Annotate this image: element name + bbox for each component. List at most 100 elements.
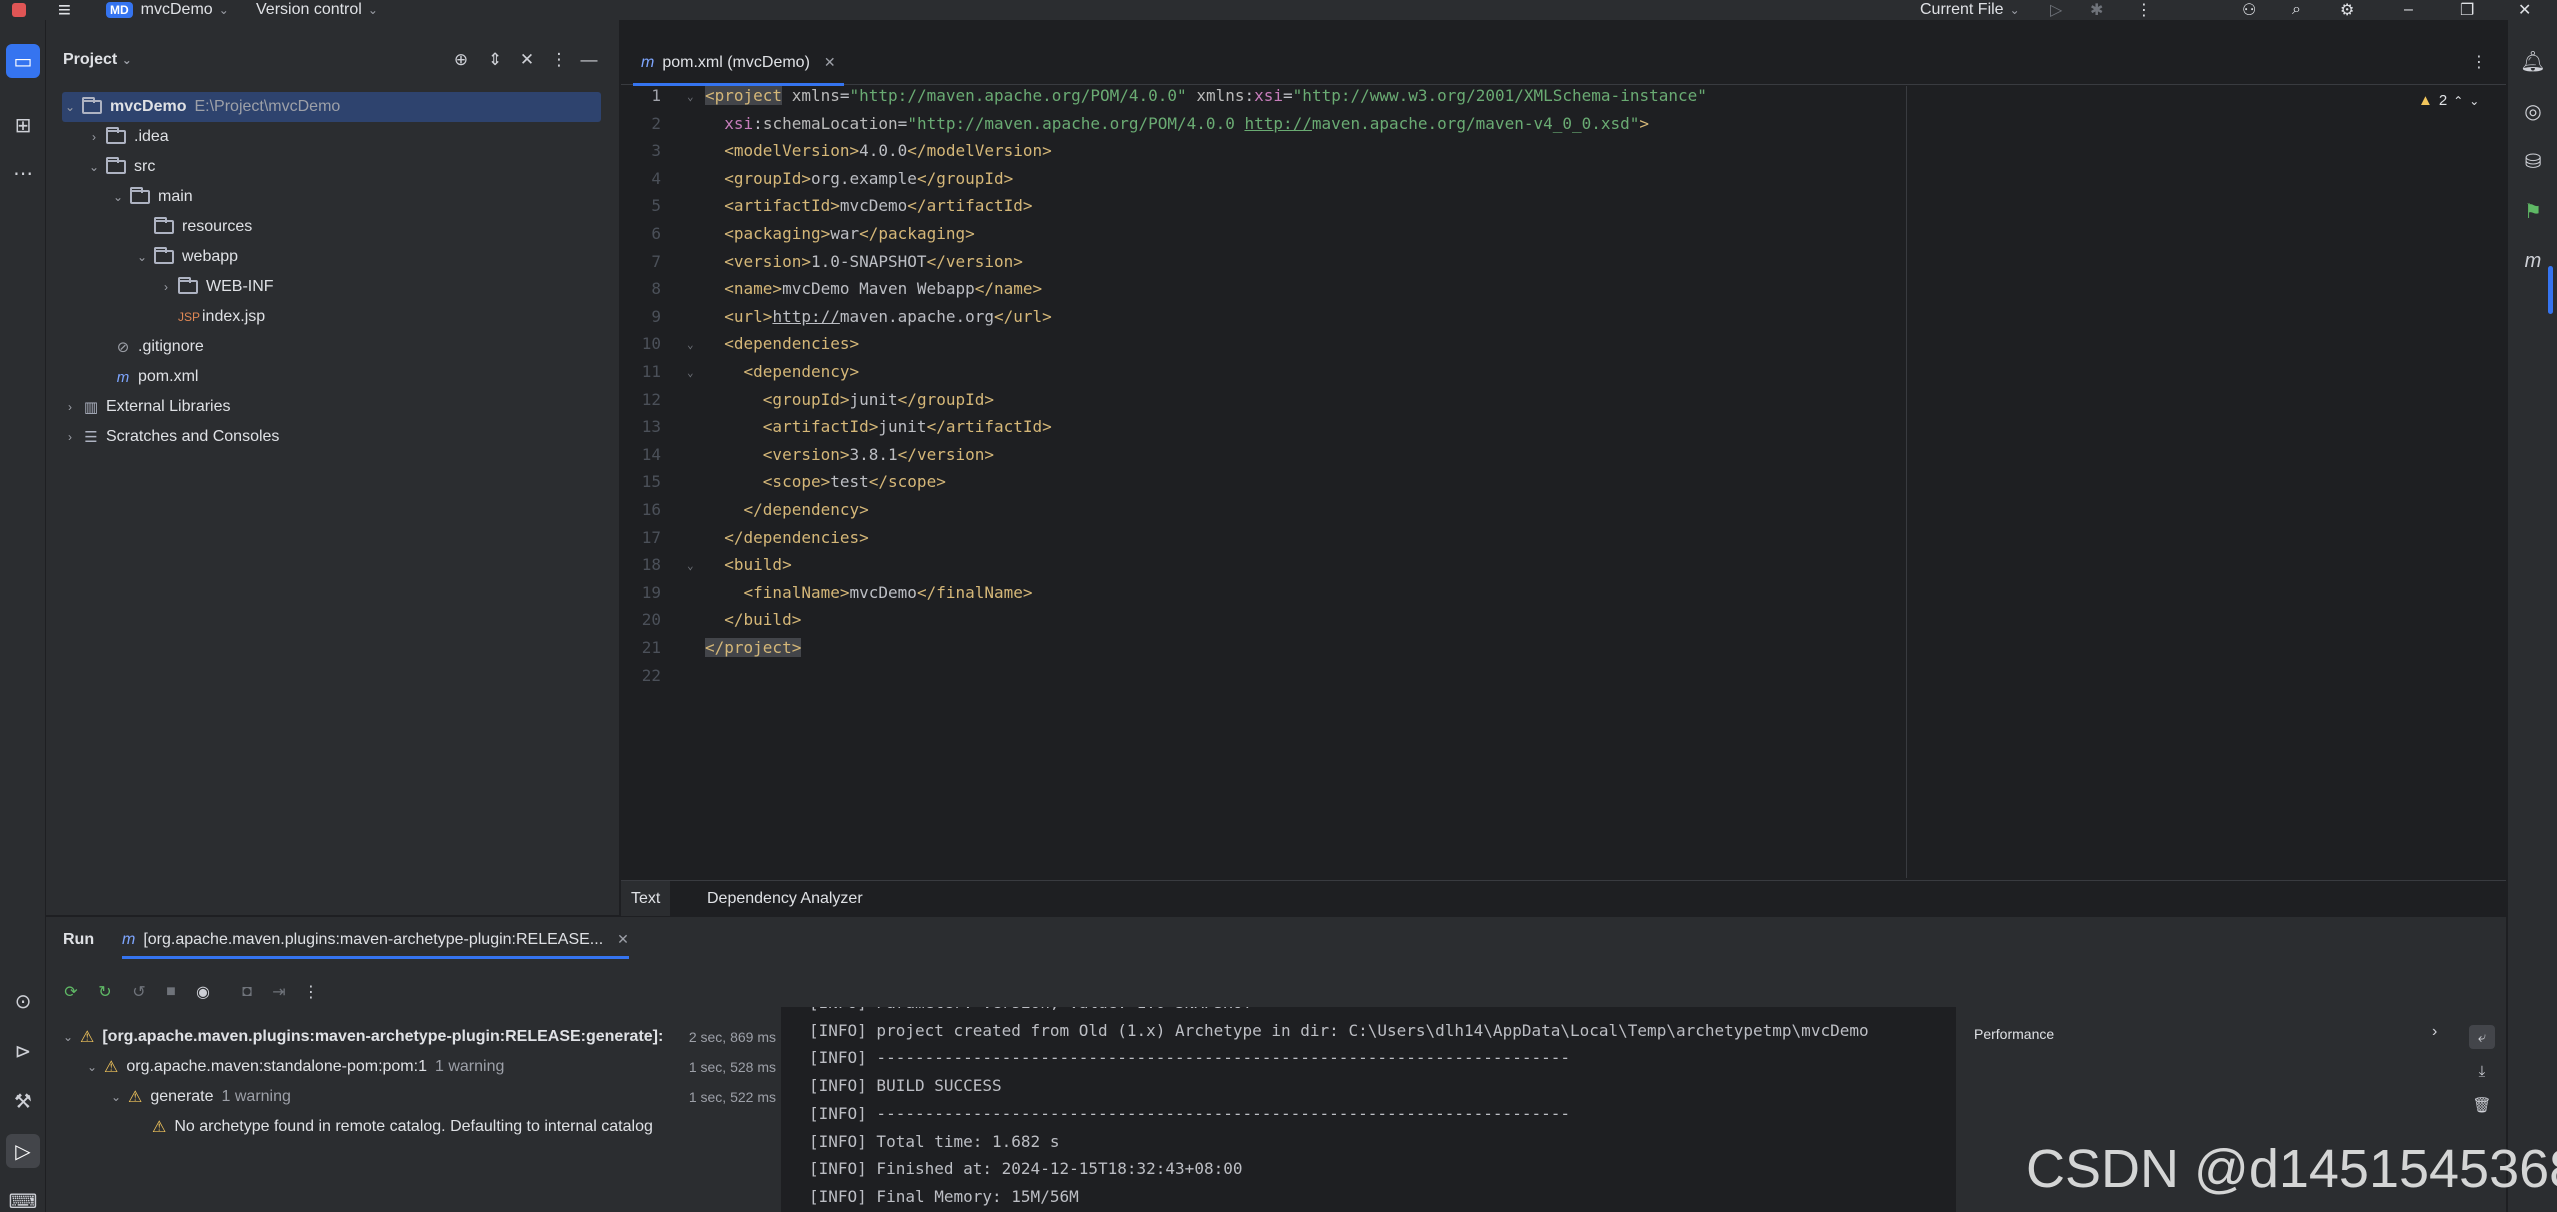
close-tab-icon[interactable]: ✕ — [824, 54, 836, 71]
code-editor[interactable]: 1 2 3 4 5 6 7 8 9 10 11 12 13 14 15 16 17 18 19 20 21 22 ⌄ ⌄ ⌄ ⌄ … — [621, 86, 2506, 878]
services-icon[interactable]: ⊙ — [6, 984, 40, 1018]
tree-item-src[interactable]: ⌄ src — [62, 152, 618, 182]
build-hammer-icon[interactable]: ⚒ — [6, 1084, 40, 1118]
run-tree-time: 1 sec, 528 ms — [688, 1059, 776, 1075]
export-icon[interactable]: ⇥ — [266, 979, 292, 1005]
tree-item-pom-xml[interactable]: m pom.xml — [62, 362, 618, 392]
tree-item-scratches[interactable]: › ☰ Scratches and Consoles — [62, 422, 618, 452]
run-results-tree: ⌄ ⚠ [org.apache.maven.plugins:maven-arch… — [46, 1022, 776, 1212]
tab-pom-xml[interactable]: m pom.xml (mvcDemo) ✕ — [633, 40, 844, 86]
run-tree-row[interactable]: ⚠ No archetype found in remote catalog. … — [60, 1112, 776, 1142]
tab-options-icon[interactable]: ⋮ — [2471, 52, 2487, 72]
tab-maven-archetype-run[interactable]: m [org.apache.maven.plugins:maven-archet… — [122, 917, 629, 962]
tab-text[interactable]: Text — [621, 881, 671, 917]
chevron-right-icon: › — [164, 280, 168, 294]
chevron-down-icon: ⌄ — [218, 3, 229, 17]
code-line: <packaging>war</packaging> — [724, 224, 975, 243]
line-number: 3 — [651, 141, 661, 161]
fold-chevron-icon[interactable]: ⌄ — [687, 559, 694, 572]
code-with-me-icon[interactable]: ⚇ — [2242, 0, 2256, 20]
restore-icon[interactable]: ❐ — [2460, 0, 2474, 20]
rerun-icon[interactable]: ⟳ — [58, 979, 84, 1005]
tree-item-gitignore[interactable]: ⊘ .gitignore — [62, 332, 618, 362]
more-icon[interactable]: ⋮ — [2136, 0, 2152, 20]
project-panel-title[interactable]: Project ⌄ — [63, 51, 132, 69]
main-menu-icon[interactable]: ≡ — [58, 0, 71, 22]
database-icon[interactable]: ⛁ — [2516, 144, 2550, 178]
run-tool-icon[interactable]: ▷ — [6, 1134, 40, 1168]
vcs-label: Version control — [256, 1, 362, 18]
project-switcher[interactable]: MD mvcDemo ⌄ — [106, 0, 229, 20]
code-line: <version>1.0-SNAPSHOT</version> — [724, 251, 1023, 271]
fold-chevron-icon[interactable]: ⌄ — [687, 90, 694, 103]
line-number: 18 — [641, 555, 661, 575]
view-icon[interactable]: ◉ — [190, 979, 216, 1005]
minimize-icon[interactable]: – — [2404, 0, 2413, 20]
project-tool-icon[interactable]: ▭ — [6, 44, 40, 78]
line-number: 16 — [641, 500, 661, 519]
search-icon[interactable]: ⌕ — [2292, 0, 2301, 20]
line-number: 21 — [641, 638, 661, 657]
line-number: 17 — [641, 527, 661, 547]
folder-icon — [106, 127, 126, 144]
tree-item-label: index.jsp — [202, 308, 266, 325]
options-icon[interactable]: ⋮ — [546, 48, 572, 72]
tree-item-main[interactable]: ⌄ main — [62, 182, 618, 212]
camera-icon[interactable]: ◘ — [234, 979, 260, 1005]
tree-item-external-libraries[interactable]: › ▥ External Libraries — [62, 392, 618, 422]
clear-all-icon[interactable]: 🗑︎ — [2469, 1093, 2495, 1117]
maven-file-icon: m — [641, 53, 655, 71]
warning-icon: ⚠ — [104, 1059, 119, 1076]
chevron-down-icon: ⌄ — [112, 190, 124, 204]
scrollbar-thumb[interactable] — [2548, 266, 2553, 314]
more-icon[interactable]: ⋮ — [298, 979, 324, 1005]
expand-all-icon[interactable]: ⇕ — [482, 48, 508, 72]
line-number: 8 — [651, 279, 661, 299]
run-tree-row[interactable]: ⌄ ⚠ generate 1 warning 1 sec, 522 ms — [60, 1082, 776, 1112]
hide-panel-icon[interactable]: — — [576, 48, 602, 72]
run-tree-row[interactable]: ⌄ ⚠ [org.apache.maven.plugins:maven-arch… — [60, 1022, 776, 1052]
scroll-to-end-icon[interactable]: ⤓ — [2469, 1059, 2495, 1083]
settings-gear-icon[interactable]: ⚙ — [2340, 0, 2354, 20]
debug-tool-icon[interactable]: ⊳ — [6, 1034, 40, 1068]
debug-icon[interactable]: ✱ — [2090, 0, 2103, 20]
structure-tool-icon[interactable]: ⊞ — [6, 108, 40, 142]
maven-tool-icon[interactable]: m — [2516, 244, 2550, 278]
chevron-down-icon: ⌄ — [367, 3, 378, 17]
run-icon[interactable]: ▷ — [2050, 0, 2062, 20]
tree-item-index-jsp[interactable]: JSP index.jsp — [62, 302, 618, 332]
close-window-icon[interactable]: ✕ — [2518, 0, 2531, 20]
rerun-failed-icon[interactable]: ↻ — [92, 979, 118, 1005]
notifications-bell-icon[interactable]: 🔔︎ — [2516, 44, 2550, 78]
fold-chevron-icon[interactable]: ⌄ — [687, 366, 694, 379]
collapse-all-icon[interactable]: ✕ — [514, 48, 540, 72]
tree-item-idea[interactable]: › .idea — [62, 122, 618, 152]
tab-dependency-analyzer[interactable]: Dependency Analyzer — [697, 881, 873, 917]
inspection-widget[interactable]: ▲ 2 ⌃ ⌄ — [2418, 92, 2479, 109]
run-config-selector[interactable]: Current File ⌄ — [1920, 0, 2020, 20]
endpoints-icon[interactable]: ⚑ — [2516, 194, 2550, 228]
app-logo-icon[interactable] — [12, 0, 26, 20]
stop-icon[interactable]: ■ — [158, 979, 184, 1005]
run-tree-row[interactable]: ⌄ ⚠ org.apache.maven:standalone-pom:pom:… — [60, 1052, 776, 1082]
editor-tab-bar: m pom.xml (mvcDemo) ✕ ⋮ — [621, 40, 2506, 86]
tree-item-web-inf[interactable]: › WEB-INF — [62, 272, 618, 302]
tree-item-webapp[interactable]: ⌄ webapp — [62, 242, 618, 272]
console-output[interactable]: [INFO] Parameter: version, Value: 1.0-SN… — [781, 1007, 1956, 1212]
chevron-down-icon[interactable]: ⌄ — [2469, 94, 2479, 108]
close-tab-icon[interactable]: ✕ — [617, 931, 629, 948]
ai-assistant-icon[interactable]: ◎ — [2516, 94, 2550, 128]
chevron-right-icon[interactable]: › — [2432, 1023, 2437, 1041]
right-margin-guide — [1906, 86, 1907, 878]
terminal-icon[interactable]: ⌨ — [6, 1184, 40, 1212]
more-tools-icon[interactable]: ⋯ — [6, 156, 40, 190]
vcs-menu[interactable]: Version control ⌄ — [256, 0, 378, 20]
tree-item-resources[interactable]: resources — [62, 212, 618, 242]
toggle-tree-icon[interactable]: ↺ — [126, 979, 152, 1005]
locate-icon[interactable]: ⊕ — [448, 48, 474, 72]
project-name: mvcDemo — [140, 1, 213, 18]
fold-chevron-icon[interactable]: ⌄ — [687, 338, 694, 351]
chevron-up-icon[interactable]: ⌃ — [2453, 94, 2463, 108]
soft-wrap-icon[interactable]: ⤶ — [2469, 1025, 2495, 1049]
tree-item-mvcdemo[interactable]: ⌄ mvcDemo E:\Project\mvcDemo — [62, 92, 601, 122]
